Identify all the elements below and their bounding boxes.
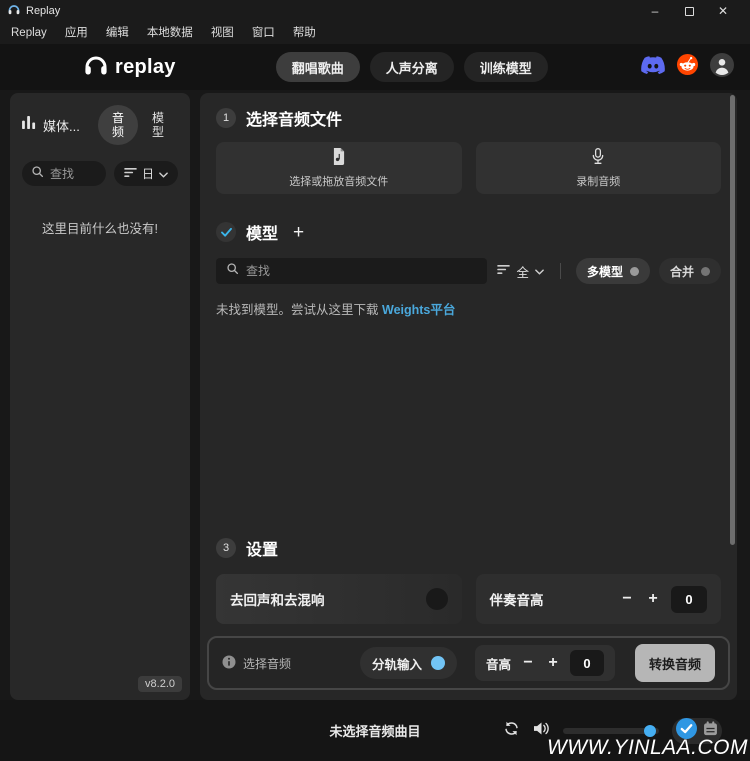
- volume-slider[interactable]: [563, 728, 659, 734]
- select-audio-hint: 选择音频: [222, 655, 291, 672]
- deecho-setting-card[interactable]: 去回声和去混响: [216, 574, 462, 624]
- model-filter-label: 全: [516, 262, 529, 281]
- toggle-dot: [630, 267, 639, 276]
- step1-title: 选择音频文件: [246, 106, 342, 130]
- window-title: Replay: [26, 5, 60, 17]
- sort-label: 日: [142, 165, 154, 182]
- chevron-down-icon: [535, 264, 544, 278]
- discord-icon[interactable]: [641, 56, 665, 79]
- toggle-dot: [431, 656, 445, 670]
- media-bars-icon: [22, 116, 37, 134]
- scrollbar[interactable]: [730, 95, 735, 545]
- close-icon: ✕: [718, 4, 728, 18]
- reddit-icon[interactable]: [676, 53, 699, 81]
- sidebar-toggle-audio[interactable]: 音频: [98, 105, 138, 145]
- watermark: WWW.YINLAA.COM: [547, 736, 748, 760]
- info-icon: [222, 655, 236, 672]
- step2-header: 模型 +: [216, 220, 721, 244]
- accompaniment-pitch-value[interactable]: 0: [671, 586, 707, 613]
- track-label: 未选择音频曲目: [329, 721, 420, 740]
- multi-model-toggle[interactable]: 多模型: [576, 258, 650, 284]
- model-filter-dropdown[interactable]: 全: [487, 262, 554, 281]
- microphone-icon: [591, 148, 605, 170]
- menu-help[interactable]: 帮助: [284, 22, 325, 44]
- step2-title: 模型: [246, 220, 278, 244]
- step1-number-badge: 1: [216, 108, 236, 128]
- accompaniment-pitch-card: 伴奏音高 − + 0: [476, 574, 722, 624]
- divider: [560, 263, 561, 279]
- step1-header: 1 选择音频文件: [216, 106, 721, 130]
- weights-link[interactable]: Weights平台: [382, 303, 455, 317]
- sidebar-toggle-model[interactable]: 模型: [138, 105, 178, 145]
- chevron-down-icon: [159, 167, 168, 181]
- menu-bar: Replay 应用 编辑 本地数据 视图 窗口 帮助: [0, 22, 750, 44]
- close-button[interactable]: ✕: [706, 0, 740, 22]
- search-icon: [31, 165, 44, 183]
- toggle-dot: [701, 267, 710, 276]
- menu-edit[interactable]: 编辑: [97, 22, 138, 44]
- tab-cover-song[interactable]: 翻唱歌曲: [276, 52, 360, 82]
- step3-number-badge: 3: [216, 538, 236, 558]
- pitch-plus-button[interactable]: +: [545, 654, 561, 672]
- merge-toggle[interactable]: 合并: [659, 258, 721, 284]
- pitch-plus-button[interactable]: +: [645, 590, 661, 608]
- model-empty-text: 未找到模型。尝试从这里下载 Weights平台: [216, 299, 721, 318]
- model-search-input[interactable]: [246, 264, 477, 278]
- sort-icon: [497, 264, 510, 278]
- convert-audio-button[interactable]: 转换音频: [635, 644, 715, 682]
- pitch-value[interactable]: 0: [570, 650, 604, 676]
- search-icon: [226, 262, 239, 280]
- main-tabs: 翻唱歌曲 人声分离 训练模型: [276, 52, 548, 82]
- pitch-minus-button[interactable]: −: [520, 654, 536, 672]
- sidebar-search-input[interactable]: [50, 167, 97, 181]
- pitch-group: 音高 − + 0: [475, 645, 615, 681]
- sort-icon: [124, 167, 137, 181]
- sidebar-search[interactable]: [22, 161, 106, 186]
- minimize-icon: –: [652, 4, 659, 18]
- step3-header: 3 设置: [216, 536, 721, 560]
- maximize-icon: [685, 7, 694, 16]
- add-model-button[interactable]: +: [293, 223, 304, 242]
- maximize-button[interactable]: [672, 0, 706, 22]
- model-search[interactable]: [216, 258, 487, 284]
- action-bar: 选择音频 分轨输入 音高 − + 0 转换音频: [207, 636, 730, 690]
- loop-icon[interactable]: [503, 721, 520, 741]
- media-label: 媒体...: [43, 116, 80, 135]
- sidebar: 媒体... 音频 模型 日 这里目前什: [10, 93, 190, 700]
- deecho-toggle[interactable]: [426, 588, 448, 610]
- menu-window[interactable]: 窗口: [243, 22, 284, 44]
- pitch-minus-button[interactable]: −: [619, 590, 635, 608]
- music-file-icon: [332, 148, 346, 170]
- logo-text: replay: [115, 56, 176, 79]
- sidebar-sort-dropdown[interactable]: 日: [114, 161, 178, 186]
- menu-view[interactable]: 视图: [202, 22, 243, 44]
- main-panel: 1 选择音频文件 选择或拖放音频文件 录制音频 模型 +: [200, 93, 737, 700]
- headphones-icon: [84, 55, 108, 80]
- sidebar-empty-text: 这里目前什么也没有!: [22, 218, 178, 237]
- menu-app[interactable]: 应用: [56, 22, 97, 44]
- step2-check-icon: [216, 222, 236, 242]
- menu-replay[interactable]: Replay: [2, 22, 56, 44]
- app-header: replay 翻唱歌曲 人声分离 训练模型: [0, 44, 750, 90]
- app-logo: replay: [84, 55, 176, 80]
- tab-train-model[interactable]: 训练模型: [464, 52, 548, 82]
- tab-vocal-separation[interactable]: 人声分离: [370, 52, 454, 82]
- minimize-button[interactable]: –: [638, 0, 672, 22]
- step3-title: 设置: [246, 536, 278, 560]
- choose-audio-file-button[interactable]: 选择或拖放音频文件: [216, 142, 462, 194]
- content-area: 媒体... 音频 模型 日 这里目前什: [10, 93, 737, 700]
- version-badge: v8.2.0: [138, 676, 182, 692]
- user-avatar[interactable]: [710, 53, 734, 82]
- split-input-toggle[interactable]: 分轨输入: [360, 647, 457, 679]
- record-audio-button[interactable]: 录制音频: [476, 142, 722, 194]
- title-bar: Replay – ✕: [0, 0, 750, 22]
- app-icon: [8, 2, 20, 20]
- menu-local-data[interactable]: 本地数据: [138, 22, 202, 44]
